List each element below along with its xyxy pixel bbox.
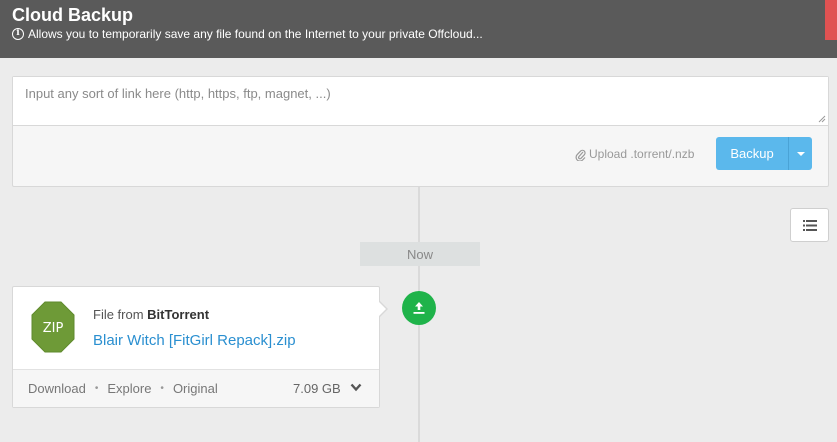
file-card: ZIP File from BitTorrent Blair Witch [Fi… bbox=[12, 286, 380, 408]
card-pointer-fill bbox=[378, 301, 386, 317]
source-name: BitTorrent bbox=[147, 307, 210, 322]
list-view-button[interactable] bbox=[790, 208, 829, 242]
caret-down-icon bbox=[796, 151, 805, 156]
info-icon: i bbox=[12, 28, 24, 40]
upload-torrent-link[interactable]: Upload .torrent/.nzb bbox=[575, 147, 694, 161]
page-header: Cloud Backup i Allows you to temporarily… bbox=[0, 0, 837, 58]
download-link[interactable]: Download bbox=[28, 381, 86, 396]
list-icon bbox=[802, 219, 817, 231]
zip-file-icon: ZIP bbox=[31, 301, 75, 353]
upload-label: Upload .torrent/.nzb bbox=[589, 147, 695, 161]
side-tab[interactable] bbox=[825, 0, 837, 40]
page-title: Cloud Backup bbox=[12, 5, 134, 25]
link-input-panel: Upload .torrent/.nzb Backup bbox=[12, 76, 829, 187]
separator-dot: • bbox=[94, 383, 99, 394]
link-input[interactable] bbox=[13, 77, 828, 126]
resize-grip-icon[interactable] bbox=[818, 115, 826, 123]
file-actions: Download • Explore • Original bbox=[28, 381, 218, 396]
upload-icon bbox=[413, 302, 425, 314]
paperclip-icon bbox=[575, 149, 586, 161]
card-footer: Download • Explore • Original 7.09 GB bbox=[13, 369, 379, 407]
file-name-link[interactable]: Blair Witch [FitGirl Repack].zip bbox=[93, 332, 296, 349]
zip-icon-label: ZIP bbox=[43, 321, 64, 336]
file-source: File from BitTorrent bbox=[93, 307, 209, 322]
file-size: 7.09 GB bbox=[293, 381, 341, 396]
timeline-now-label: Now bbox=[360, 242, 480, 266]
original-link[interactable]: Original bbox=[173, 381, 218, 396]
backup-options-dropdown[interactable] bbox=[788, 137, 812, 170]
source-prefix: File from bbox=[93, 307, 148, 322]
backup-button[interactable]: Backup bbox=[716, 137, 788, 170]
explore-link[interactable]: Explore bbox=[107, 381, 151, 396]
upload-status-marker bbox=[402, 291, 436, 325]
chevron-down-icon[interactable] bbox=[350, 383, 362, 392]
subtitle-text: Allows you to temporarily save any file … bbox=[28, 27, 483, 41]
separator-dot: • bbox=[160, 383, 164, 394]
page-subtitle: i Allows you to temporarily save any fil… bbox=[12, 27, 483, 41]
